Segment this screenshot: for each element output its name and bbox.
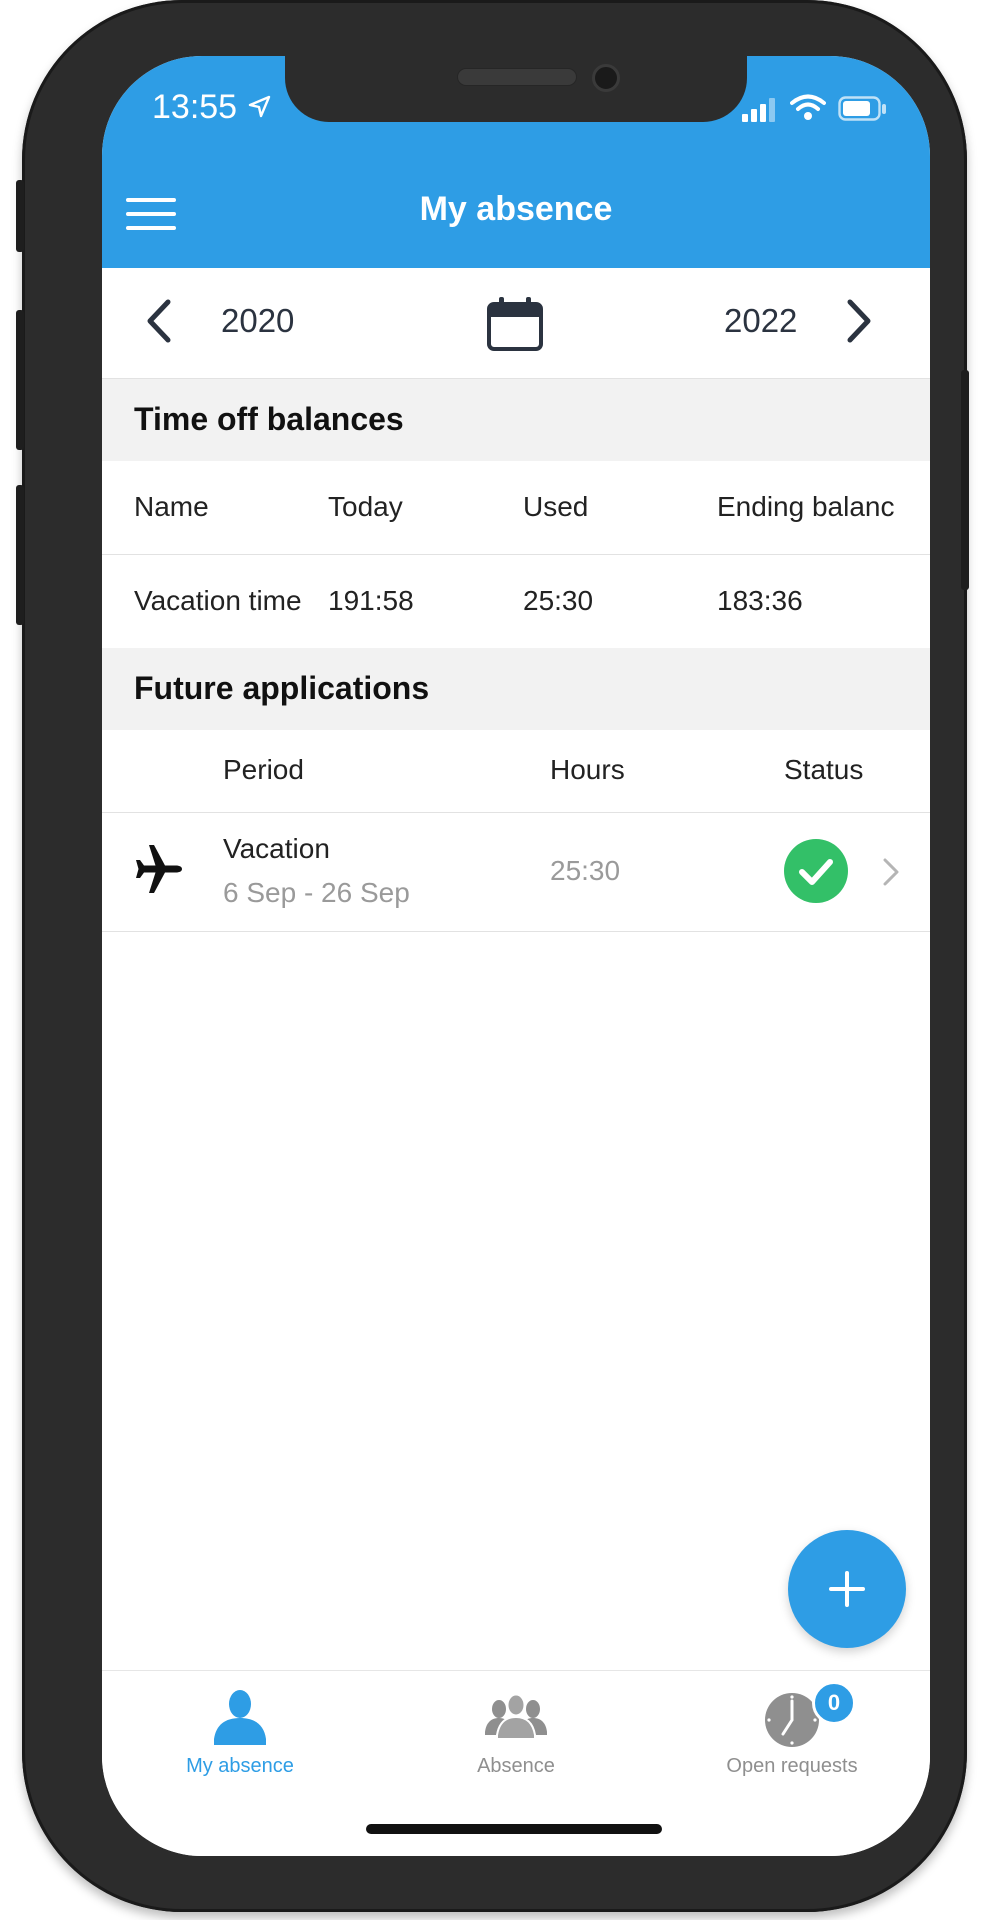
signal-icon [742, 98, 775, 122]
next-year-label[interactable]: 2022 [724, 302, 797, 340]
column-header-today: Today [328, 491, 403, 522]
add-absence-button[interactable] [788, 1530, 906, 1648]
application-hours: 25:30 [550, 855, 621, 886]
column-header-period: Period [223, 754, 304, 785]
tab-open-requests[interactable]: 0 Open requests [654, 1671, 930, 1801]
tab-label: Absence [477, 1755, 555, 1777]
table-row: Vacation time 191:58 25:30 183:36 [102, 555, 930, 648]
screen: 13:55 My absence 2020 2022 Time off bala… [102, 56, 930, 1856]
tab-label: My absence [186, 1755, 294, 1777]
check-circle-icon [784, 839, 848, 903]
balance-used: 25:30 [523, 585, 594, 616]
section-title: Time off balances [134, 401, 404, 437]
application-period: 6 Sep - 26 Sep [223, 877, 410, 908]
column-header-status: Status [784, 754, 864, 785]
speaker [457, 68, 577, 86]
divider [102, 931, 930, 932]
applications-section-header: Future applications [102, 648, 930, 730]
chevron-right-icon[interactable] [844, 298, 876, 344]
tab-absence[interactable]: Absence [378, 1671, 654, 1801]
balances-header-row: Name Today Used Ending balanc [102, 461, 930, 554]
calendar-icon[interactable] [486, 296, 544, 352]
tab-my-absence[interactable]: My absence [102, 1671, 378, 1801]
notch [285, 56, 747, 122]
balance-ending: 183:36 [717, 585, 803, 616]
balance-name: Vacation time [134, 585, 302, 616]
notification-badge: 0 [812, 1681, 856, 1725]
chevron-right-icon [883, 858, 899, 886]
applications-header-row: Period Hours Status [102, 730, 930, 812]
group-icon [485, 1693, 547, 1740]
side-button [16, 310, 24, 450]
column-header-used: Used [523, 491, 589, 522]
section-title: Future applications [134, 670, 430, 706]
location-arrow-icon [248, 95, 271, 118]
column-header-ending: Ending balanc [717, 491, 895, 522]
tab-label: Open requests [726, 1755, 858, 1777]
airplane-icon [136, 845, 182, 893]
page-title: My absence [419, 190, 613, 228]
status-time: 13:55 [152, 88, 238, 126]
side-button [961, 370, 969, 590]
phone-frame: 13:55 My absence 2020 2022 Time off bala… [16, 0, 969, 1912]
prev-year-label[interactable]: 2020 [221, 302, 294, 340]
application-type: Vacation [223, 833, 330, 864]
side-button [16, 485, 24, 625]
side-button [16, 180, 24, 252]
camera [592, 64, 620, 92]
person-icon [214, 1690, 266, 1745]
column-header-name: Name [134, 491, 209, 522]
battery-icon [838, 96, 886, 121]
app-header: 13:55 My absence [102, 56, 930, 268]
list-item[interactable]: Vacation 6 Sep - 26 Sep 25:30 [102, 813, 930, 931]
chevron-left-icon[interactable] [142, 298, 174, 344]
year-navigation: 2020 2022 [102, 268, 930, 379]
column-header-hours: Hours [550, 754, 625, 785]
balance-today: 191:58 [328, 585, 414, 616]
wifi-icon [790, 94, 826, 120]
home-indicator [366, 1824, 662, 1834]
balances-section-header: Time off balances [102, 379, 930, 461]
